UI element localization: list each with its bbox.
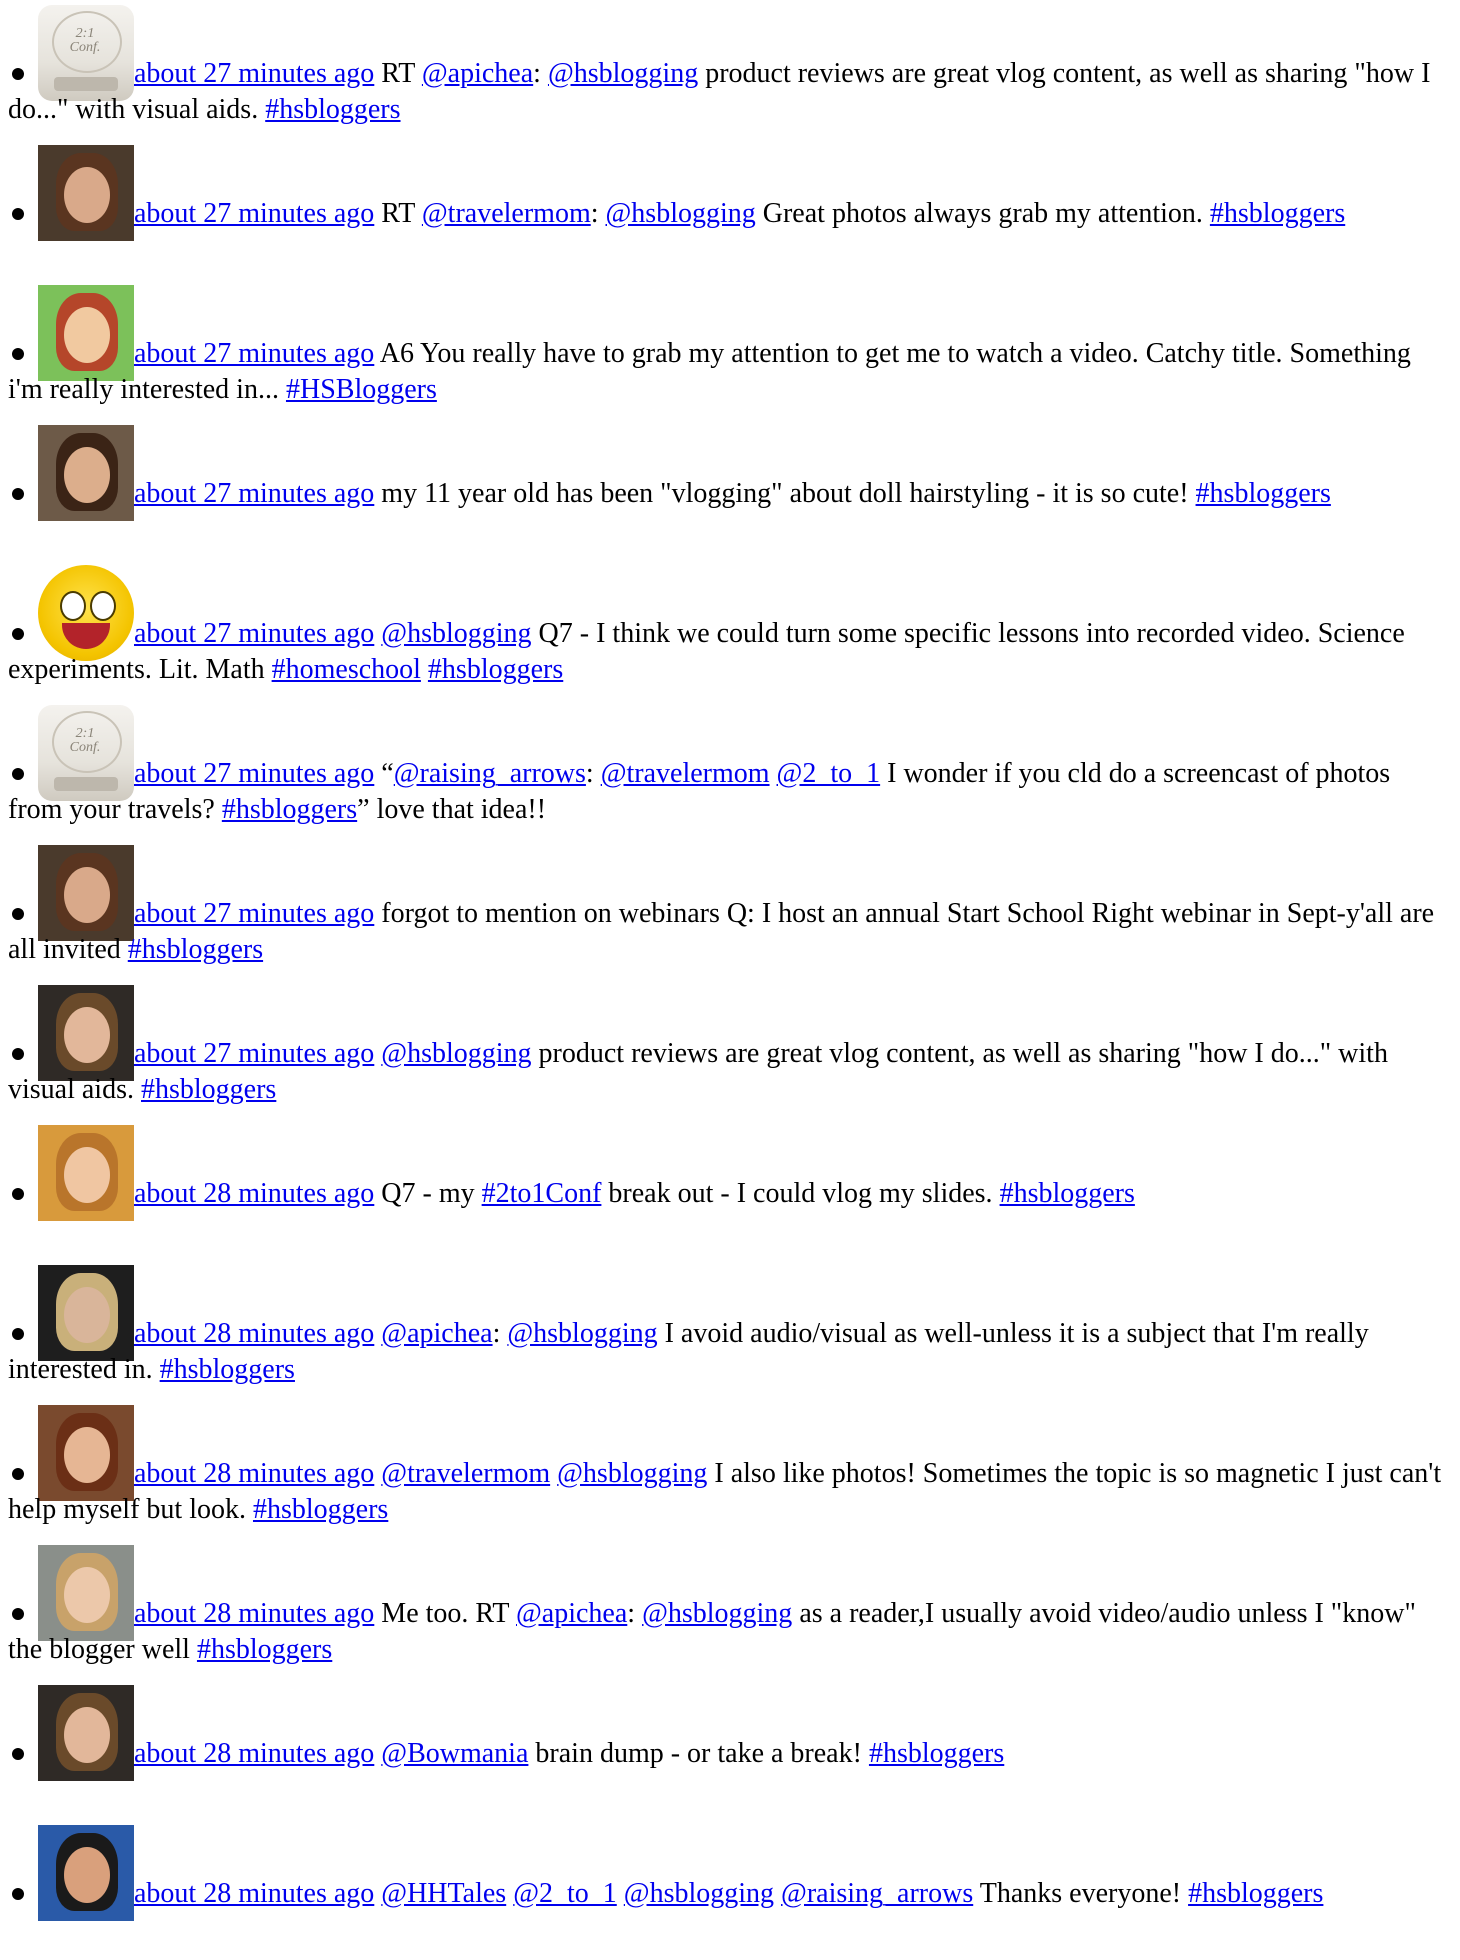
hashtag-link[interactable]: #homeschool <box>272 654 421 685</box>
tweet-item: about 27 minutes ago @hsblogging product… <box>8 980 1454 1120</box>
tweet-timestamp-link[interactable]: about 27 minutes ago <box>134 758 374 789</box>
tweet-item: about 27 minutes ago forgot to mention o… <box>8 840 1454 980</box>
tweet-item: about 28 minutes ago @travelermom @hsblo… <box>8 1400 1454 1540</box>
tweet-text: about 28 minutes ago Q7 - my #2to1Conf b… <box>8 1176 1448 1212</box>
mention-link[interactable]: @raising_arrows <box>781 1878 973 1909</box>
tweet-item: about 28 minutes ago @HHTales @2_to_1 @h… <box>8 1820 1454 1960</box>
hashtag-link[interactable]: #hsbloggers <box>1188 1878 1323 1909</box>
tweet-timestamp-link[interactable]: about 28 minutes ago <box>134 1318 374 1349</box>
mention-link[interactable]: @2_to_1 <box>777 758 881 789</box>
hashtag-link[interactable]: #HSBloggers <box>286 374 437 405</box>
tweet-item: about 28 minutes ago @Bowmania brain dum… <box>8 1680 1454 1820</box>
hashtag-link[interactable]: #hsbloggers <box>128 934 263 965</box>
tweet-timestamp-link[interactable]: about 28 minutes ago <box>134 1738 374 1769</box>
tweet-text: about 28 minutes ago @apichea: @hsbloggi… <box>8 1316 1448 1388</box>
tweet-item: about 27 minutes ago @hsblogging Q7 - I … <box>8 560 1454 700</box>
mention-link[interactable]: @2_to_1 <box>513 1878 617 1909</box>
mention-link[interactable]: @hsblogging <box>548 58 698 89</box>
tweet-text-segment <box>421 654 428 685</box>
tweet-text-segment: : <box>627 1598 643 1629</box>
tweet-feed: 2:1 Conf. about 27 minutes ago RT @apichea… <box>0 0 1460 1960</box>
mention-link[interactable]: @Bowmania <box>381 1738 528 1769</box>
tweet-text-segment: brain dump - or take a break! <box>528 1738 869 1769</box>
tweet-text-segment: Thanks everyone! <box>973 1878 1189 1909</box>
tweet-text: about 27 minutes ago “@raising_arrows: @… <box>8 756 1448 828</box>
tweet-text-segment <box>774 1878 781 1909</box>
hashtag-link[interactable]: #hsbloggers <box>1000 1178 1135 1209</box>
mention-link[interactable]: @travelermom <box>381 1458 550 1489</box>
tweet-text-segment: RT <box>381 58 422 89</box>
tweet-text: about 27 minutes ago my 11 year old has … <box>8 476 1448 512</box>
tweet-text-segment: : <box>492 1318 508 1349</box>
tweet-item: about 27 minutes ago A6 You really have … <box>8 280 1454 420</box>
tweet-timestamp-link[interactable]: about 27 minutes ago <box>134 478 374 509</box>
hashtag-link[interactable]: #hsbloggers <box>253 1494 388 1525</box>
tweet-timestamp-link[interactable]: about 27 minutes ago <box>134 338 374 369</box>
tweet-text: about 28 minutes ago @travelermom @hsblo… <box>8 1456 1448 1528</box>
tweet-text-segment: ” love that idea!! <box>357 794 547 825</box>
tweet-text: about 27 minutes ago @hsblogging product… <box>8 1036 1448 1108</box>
tweet-timestamp-link[interactable]: about 27 minutes ago <box>134 58 374 89</box>
mention-link[interactable]: @hsblogging <box>642 1598 792 1629</box>
hashtag-link[interactable]: #hsbloggers <box>222 794 357 825</box>
tweet-text-segment: : <box>533 58 548 89</box>
tweet-text-segment: my 11 year old has been "vlogging" about… <box>381 478 1196 509</box>
tweet-item: about 27 minutes ago RT @travelermom: @h… <box>8 140 1454 280</box>
mention-link[interactable]: @hsblogging <box>624 1878 774 1909</box>
tweet-text: about 28 minutes ago @Bowmania brain dum… <box>8 1736 1448 1772</box>
mention-link[interactable]: @apichea <box>516 1598 627 1629</box>
tweet-text-segment: Q7 - my <box>381 1178 482 1209</box>
hashtag-link[interactable]: #2to1Conf <box>482 1178 602 1209</box>
tweet-text-segment: Great photos always grab my attention. <box>755 198 1210 229</box>
tweet-item: about 28 minutes ago Q7 - my #2to1Conf b… <box>8 1120 1454 1260</box>
mention-link[interactable]: @hsblogging <box>381 618 531 649</box>
mention-link[interactable]: @apichea <box>422 58 533 89</box>
tweet-timestamp-link[interactable]: about 28 minutes ago <box>134 1878 374 1909</box>
tweet-timestamp-link[interactable]: about 28 minutes ago <box>134 1178 374 1209</box>
tweet-text: about 28 minutes ago Me too. RT @apichea… <box>8 1596 1448 1668</box>
tweet-item: about 28 minutes ago Me too. RT @apichea… <box>8 1540 1454 1680</box>
mention-link[interactable]: @hsblogging <box>606 198 756 229</box>
mention-link[interactable]: @travelermom <box>422 198 591 229</box>
tweet-item: about 27 minutes ago my 11 year old has … <box>8 420 1454 560</box>
tweet-text-segment <box>617 1878 624 1909</box>
tweet-text-segment: Me too. RT <box>381 1598 516 1629</box>
hashtag-link[interactable]: #hsbloggers <box>1210 198 1345 229</box>
tweet-item: 2:1 Conf. about 27 minutes ago “@raising_a… <box>8 700 1454 840</box>
hashtag-link[interactable]: #hsbloggers <box>141 1074 276 1105</box>
tweet-timestamp-link[interactable]: about 27 minutes ago <box>134 1038 374 1069</box>
mention-link[interactable]: @travelermom <box>601 758 770 789</box>
mention-link[interactable]: @HHTales <box>381 1878 506 1909</box>
tweet-text: about 27 minutes ago A6 You really have … <box>8 336 1448 408</box>
tweet-timestamp-link[interactable]: about 27 minutes ago <box>134 198 374 229</box>
tweet-text-segment: “ <box>381 758 394 789</box>
tweet-text-segment: : <box>590 198 606 229</box>
tweet-item: about 28 minutes ago @apichea: @hsbloggi… <box>8 1260 1454 1400</box>
tweet-text: about 27 minutes ago forgot to mention o… <box>8 896 1448 968</box>
tweet-text-segment <box>770 758 777 789</box>
hashtag-link[interactable]: #hsbloggers <box>428 654 563 685</box>
tweet-timestamp-link[interactable]: about 28 minutes ago <box>134 1598 374 1629</box>
tweet-text: about 27 minutes ago @hsblogging Q7 - I … <box>8 616 1448 688</box>
tweet-text: about 28 minutes ago @HHTales @2_to_1 @h… <box>8 1876 1448 1912</box>
tweet-text: about 27 minutes ago RT @travelermom: @h… <box>8 196 1448 232</box>
tweet-text: about 27 minutes ago RT @apichea: @hsblo… <box>8 56 1448 128</box>
hashtag-link[interactable]: #hsbloggers <box>197 1634 332 1665</box>
mention-link[interactable]: @hsblogging <box>557 1458 707 1489</box>
tweet-timestamp-link[interactable]: about 27 minutes ago <box>134 618 374 649</box>
mention-link[interactable]: @apichea <box>381 1318 492 1349</box>
mention-link[interactable]: @hsblogging <box>381 1038 531 1069</box>
tweet-item: 2:1 Conf. about 27 minutes ago RT @apichea… <box>8 0 1454 140</box>
tweet-text-segment: break out - I could vlog my slides. <box>601 1178 1000 1209</box>
mention-link[interactable]: @raising_arrows <box>394 758 586 789</box>
tweet-timestamp-link[interactable]: about 28 minutes ago <box>134 1458 374 1489</box>
mention-link[interactable]: @hsblogging <box>507 1318 657 1349</box>
tweet-timestamp-link[interactable]: about 27 minutes ago <box>134 898 374 929</box>
hashtag-link[interactable]: #hsbloggers <box>869 1738 1004 1769</box>
tweet-text-segment: RT <box>381 198 422 229</box>
hashtag-link[interactable]: #hsbloggers <box>160 1354 295 1385</box>
tweet-text-segment: : <box>585 758 601 789</box>
hashtag-link[interactable]: #hsbloggers <box>265 94 400 125</box>
hashtag-link[interactable]: #hsbloggers <box>1196 478 1331 509</box>
